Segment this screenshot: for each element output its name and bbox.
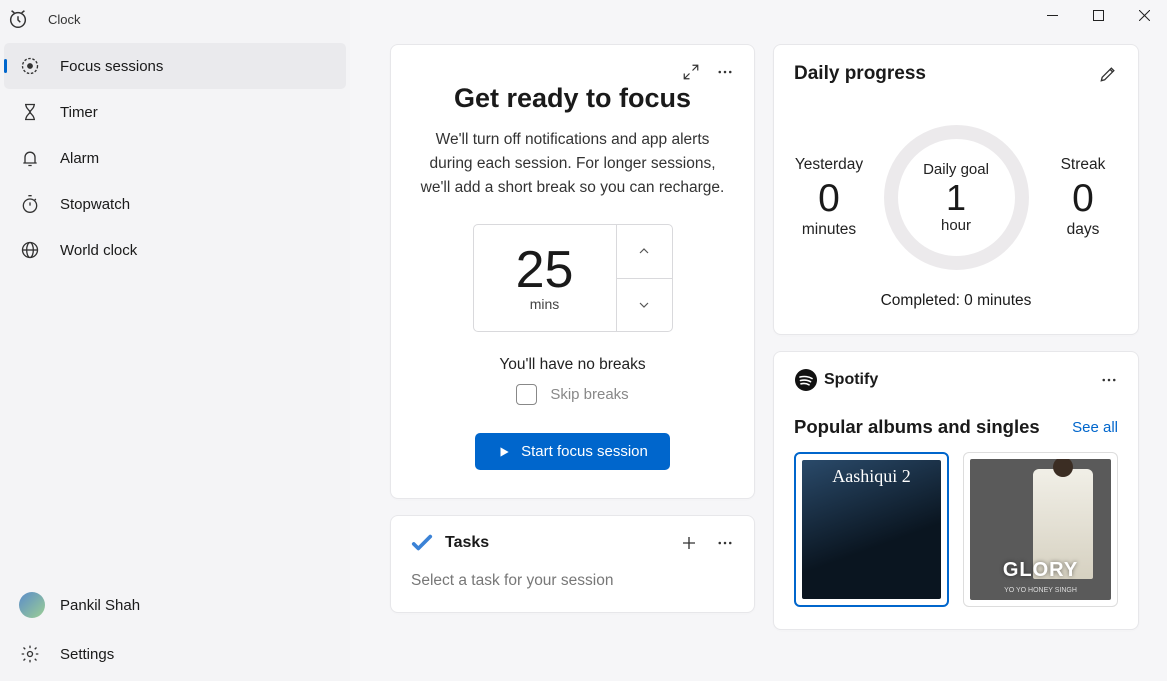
duration-value: 25 [516,244,574,296]
gear-icon [19,644,41,664]
nav-label: World clock [60,242,137,259]
more-icon[interactable] [716,534,734,552]
app-title: Clock [48,12,81,27]
settings-label: Settings [60,646,114,663]
spotify-card: Spotify Popular albums and singles See a… [773,351,1139,630]
duration-increase-button[interactable] [617,225,672,279]
stat-streak: Streak 0 days [1048,156,1118,239]
album-title: GLORY [1003,559,1078,582]
collapse-icon[interactable] [682,63,700,81]
app-header: Clock [0,2,350,39]
user-account-row[interactable]: Pankil Shah [4,579,346,631]
tasks-icon [411,532,433,554]
window-controls [1029,0,1167,30]
nav-stopwatch[interactable]: Stopwatch [4,181,346,227]
clock-app-icon [7,8,29,30]
skip-breaks-label: Skip breaks [550,386,628,403]
duration-picker: 25 mins [473,224,673,332]
maximize-button[interactable] [1075,0,1121,30]
nav-focus-sessions[interactable]: Focus sessions [4,43,346,89]
nav-settings[interactable]: Settings [4,631,346,677]
tasks-card: Tasks Select a task for your session [390,515,755,613]
focus-sessions-icon [19,56,41,76]
nav-label: Alarm [60,150,99,167]
sidebar-bottom: Pankil Shah Settings [0,575,350,681]
see-all-link[interactable]: See all [1072,419,1118,436]
breaks-text: You'll have no breaks [411,356,734,374]
timer-icon [19,102,41,122]
focus-title: Get ready to focus [411,83,734,114]
goal-ring: Daily goal 1 hour [884,125,1029,270]
nav-label: Focus sessions [60,58,163,75]
world-clock-icon [19,240,41,260]
nav-timer[interactable]: Timer [4,89,346,135]
nav-alarm[interactable]: Alarm [4,135,346,181]
focus-description: We'll turn off notifications and app ale… [411,128,734,200]
alarm-icon [19,148,41,168]
skip-breaks-checkbox[interactable] [516,384,537,405]
nav-label: Timer [60,104,98,121]
nav-world-clock[interactable]: World clock [4,227,346,273]
duration-display[interactable]: 25 mins [474,225,616,331]
progress-title: Daily progress [794,63,926,85]
nav-list: Focus sessions Timer Alarm Stopwatch Wor… [0,39,350,273]
add-task-button[interactable] [680,534,698,552]
user-name: Pankil Shah [60,597,140,614]
tasks-title: Tasks [445,534,489,552]
start-focus-button[interactable]: Start focus session [475,433,670,470]
edit-icon[interactable] [1098,64,1118,84]
duration-decrease-button[interactable] [617,279,672,332]
focus-card: Get ready to focus We'll turn off notifi… [390,44,755,499]
duration-unit: mins [530,296,560,312]
album-subtitle: YO YO HONEY SINGH [1004,587,1077,594]
more-icon[interactable] [1100,371,1118,389]
album-item[interactable]: GLORY YO YO HONEY SINGH [963,452,1118,607]
spotify-section-title: Popular albums and singles [794,416,1040,438]
spotify-brand: Spotify [824,371,878,389]
avatar [19,592,45,618]
more-icon[interactable] [716,63,734,81]
daily-progress-card: Daily progress Yesterday 0 minutes Daily… [773,44,1139,335]
album-item[interactable]: Aashiqui 2 [794,452,949,607]
main-content: Get ready to focus We'll turn off notifi… [350,0,1167,681]
minimize-button[interactable] [1029,0,1075,30]
play-icon [497,445,511,459]
album-title: Aashiqui 2 [802,466,941,487]
sidebar: Clock Focus sessions Timer Alarm Stopwat… [0,0,350,681]
nav-label: Stopwatch [60,196,130,213]
tasks-prompt[interactable]: Select a task for your session [411,572,734,590]
completed-text: Completed: 0 minutes [794,292,1118,310]
stopwatch-icon [19,194,41,214]
close-button[interactable] [1121,0,1167,30]
stat-yesterday: Yesterday 0 minutes [794,156,864,239]
spotify-icon [794,368,818,392]
start-focus-label: Start focus session [521,443,648,460]
spotify-logo: Spotify [794,368,878,392]
